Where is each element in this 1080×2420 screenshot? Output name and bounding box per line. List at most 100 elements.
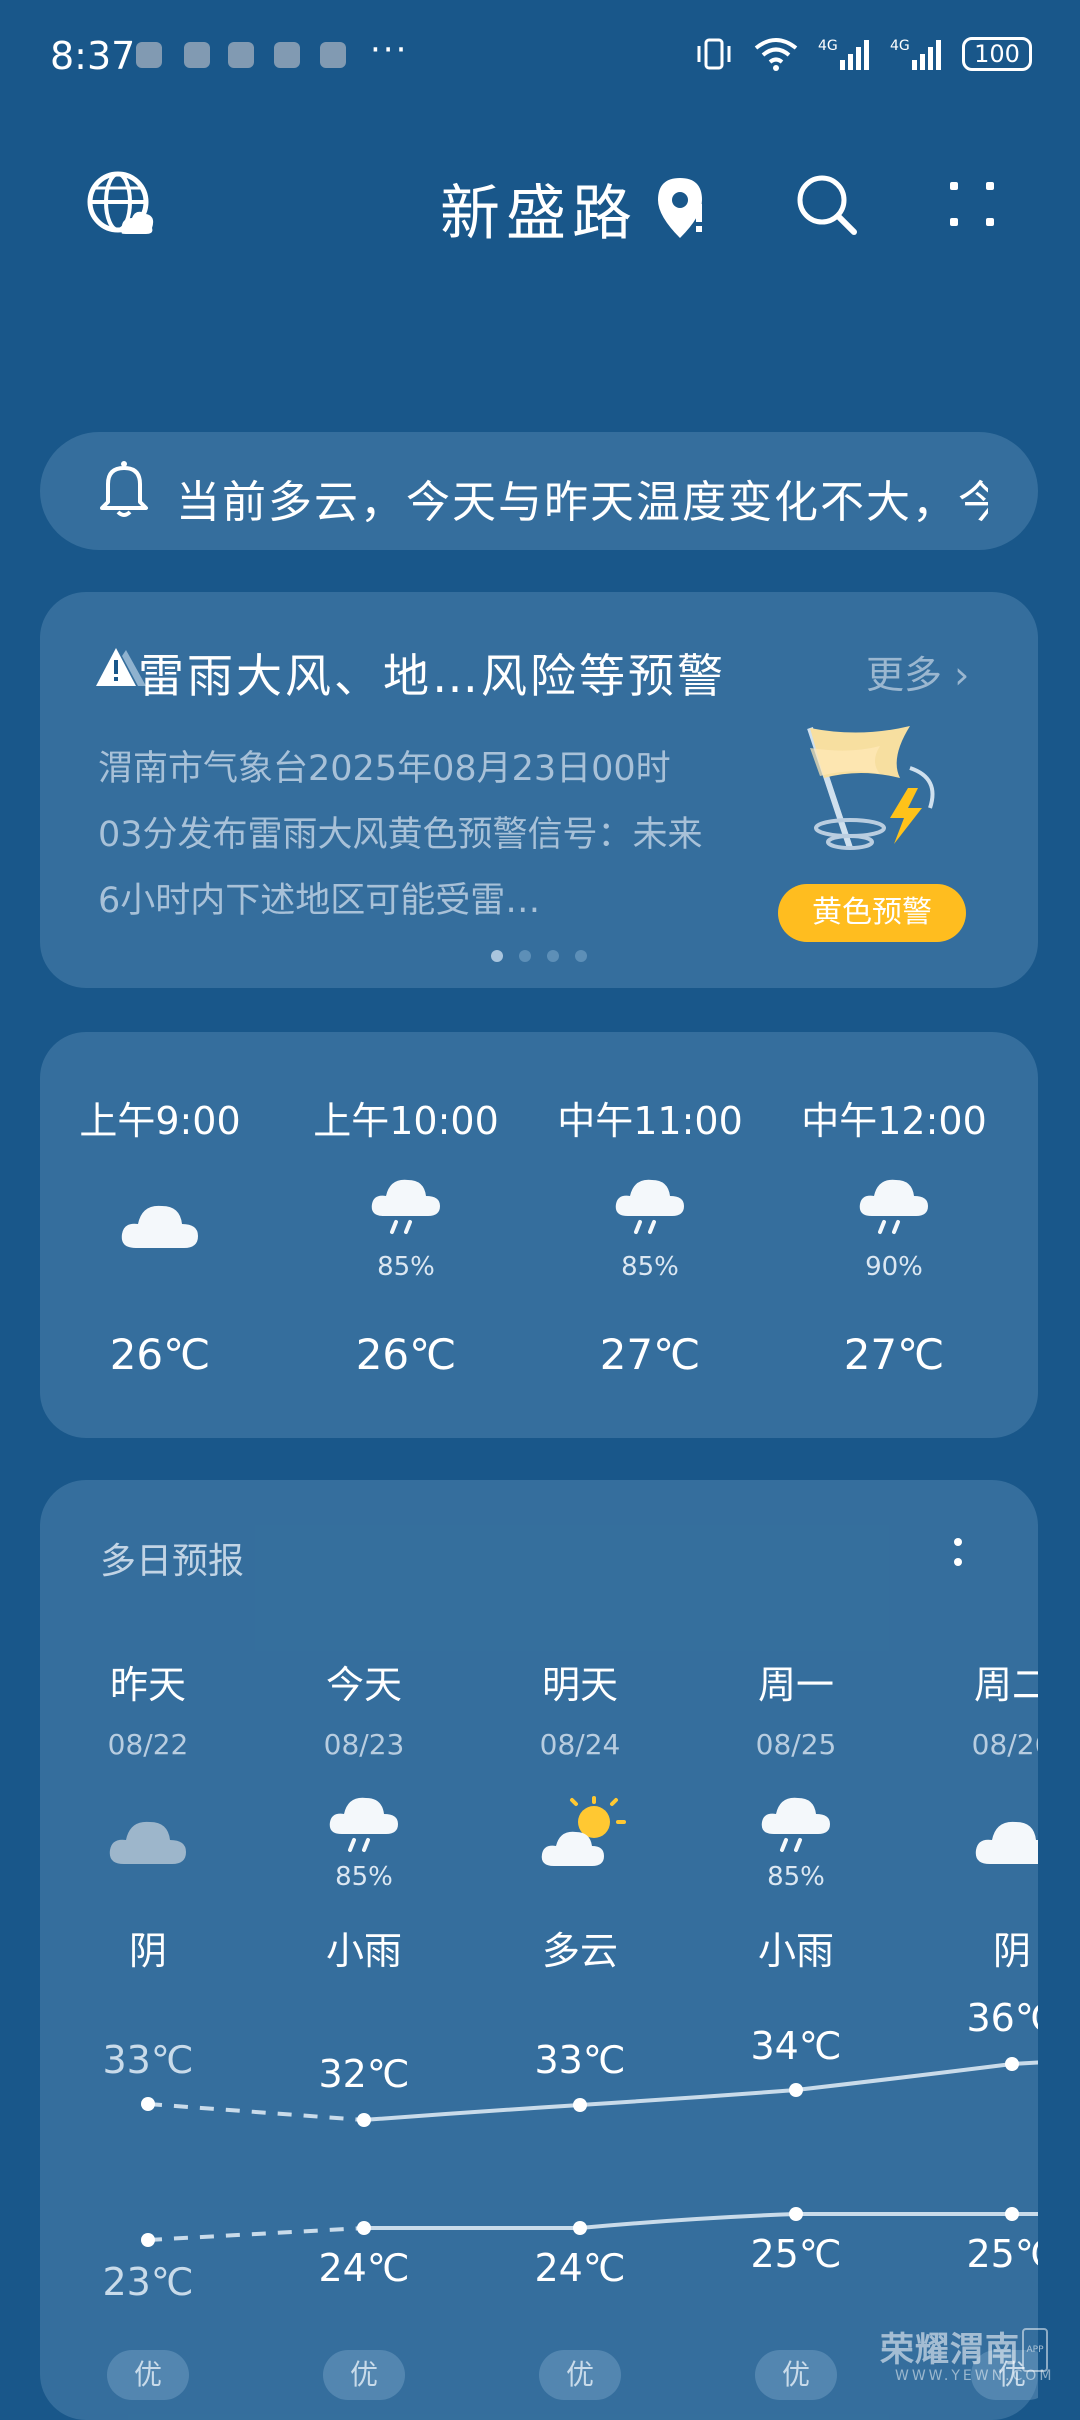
notification-icon <box>274 42 300 68</box>
low-temp: 23℃ <box>102 2260 194 2304</box>
low-temp: 25℃ <box>750 2232 842 2276</box>
precip-chance: 85% <box>377 1252 435 1282</box>
high-temp: 36℃ <box>966 1996 1038 2040</box>
search-icon[interactable] <box>794 172 860 238</box>
day-label: 昨天 <box>109 1663 186 1707</box>
more-options-icon[interactable] <box>948 1532 968 1576</box>
globe-cloud-icon[interactable] <box>86 170 156 240</box>
day-condition: 阴 <box>992 1929 1031 1973</box>
high-temp-point <box>789 2083 803 2097</box>
signal-4g-icon: 4G <box>818 38 869 70</box>
pager-dot <box>519 950 531 962</box>
vibrate-icon <box>697 38 731 70</box>
low-temp-point <box>357 2221 371 2235</box>
hour-temp: 26℃ <box>109 1330 211 1379</box>
daily-forecast-title: 多日预报 <box>100 1541 245 1582</box>
warning-more-link[interactable]: 更多 › <box>866 644 969 699</box>
wind-flag-warning-icon <box>807 726 935 850</box>
chevron-right-icon: › <box>942 653 970 697</box>
high-temp-point <box>357 2113 371 2127</box>
hour-time: 上午9:00 <box>79 1099 241 1143</box>
watermark-app-badge: APP <box>1022 2328 1048 2372</box>
precip-chance: 90% <box>865 1252 923 1282</box>
day-date: 08/23 <box>323 1728 405 1761</box>
hour-temp: 27℃ <box>599 1330 701 1379</box>
cloudy-icon <box>121 1205 198 1248</box>
notification-icon <box>320 42 346 68</box>
pager-dot <box>575 950 587 962</box>
hour-time: 中午12:00 <box>801 1099 987 1143</box>
low-temp-point <box>789 2207 803 2221</box>
location-pin-icon[interactable] <box>656 176 712 242</box>
high-temp-line <box>363 2060 1038 2122</box>
low-temp: 24℃ <box>534 2246 626 2290</box>
aqi-badge: 优 <box>107 2350 189 2400</box>
low-temp-line-past <box>147 2226 365 2242</box>
bell-icon <box>100 461 148 517</box>
day-condition: 小雨 <box>325 1929 402 1973</box>
day-condition: 多云 <box>541 1929 618 1973</box>
hour-time: 中午11:00 <box>557 1099 743 1143</box>
low-temp: 24℃ <box>318 2246 410 2290</box>
rain-icon <box>615 1179 684 1234</box>
day-label: 周二 <box>973 1663 1038 1707</box>
low-temp-line <box>364 2212 1038 2230</box>
watermark-brand: 荣耀渭南 <box>880 2330 1020 2370</box>
high-temp-point <box>1005 2057 1019 2071</box>
high-temp: 34℃ <box>750 2024 842 2068</box>
notice-text: 当前多云，今天与昨天温度变化不大，今 <box>176 477 988 528</box>
low-temp-point <box>573 2221 587 2235</box>
warning-body: 渭南市气象台2025年08月23日00时03分发布雷雨大风黄色预警信号：未来6小… <box>98 749 703 921</box>
aqi-badge: 优 <box>755 2350 837 2400</box>
warning-title: 雷雨大风、地…风险等预警 <box>138 649 726 703</box>
day-label: 周一 <box>757 1663 834 1707</box>
overcast-icon <box>975 1821 1038 1864</box>
status-bar: 8:37 ··· 4G 4G 100 <box>0 0 1080 110</box>
day-condition: 阴 <box>128 1929 167 1973</box>
warning-level-badge: 黄色预警 <box>778 884 966 942</box>
rain-icon <box>859 1179 928 1234</box>
day-condition: 小雨 <box>757 1929 834 1973</box>
rain-icon <box>371 1179 440 1234</box>
notification-icon <box>136 42 162 68</box>
high-temp: 33℃ <box>102 2038 194 2082</box>
high-temp-point <box>573 2098 587 2112</box>
signal-4g-icon: 4G <box>890 38 941 70</box>
precip-chance: 85% <box>621 1252 679 1282</box>
rain-icon <box>329 1797 398 1852</box>
low-temp-point <box>1005 2207 1019 2221</box>
hour-temp: 26℃ <box>355 1330 457 1379</box>
hour-temp: 27℃ <box>843 1330 945 1379</box>
notification-icon <box>184 42 210 68</box>
battery-indicator: 100 <box>962 37 1032 71</box>
day-date: 08/25 <box>755 1728 837 1761</box>
overcast-icon <box>109 1821 186 1864</box>
high-temp: 32℃ <box>318 2052 410 2096</box>
low-temp: 25℃ <box>966 2232 1038 2276</box>
day-date: 08/24 <box>539 1728 621 1761</box>
daily-scroll-area[interactable]: 昨天 今天 明天 周一 周二 08/22 08/23 08/24 08/25 0… <box>40 1640 1038 2420</box>
high-temp-line-past <box>147 2102 365 2122</box>
pager-dot <box>491 950 503 962</box>
day-label: 今天 <box>325 1663 402 1707</box>
precip-chance: 85% <box>335 1862 393 1892</box>
more-notifications: ··· <box>370 30 409 70</box>
location-title[interactable]: 新盛路 <box>440 165 638 252</box>
pager-dot <box>547 950 559 962</box>
menu-icon[interactable] <box>944 176 1000 232</box>
status-time: 8:37 <box>50 34 136 78</box>
aqi-badge: 优 <box>539 2350 621 2400</box>
wifi-icon <box>754 38 798 71</box>
more-label: 更多 <box>866 653 943 697</box>
high-temp: 33℃ <box>534 2038 626 2082</box>
aqi-badge: 优 <box>323 2350 405 2400</box>
day-label: 明天 <box>541 1663 618 1707</box>
hour-time: 上午10:00 <box>313 1099 499 1143</box>
high-temp-point <box>141 2097 155 2111</box>
low-temp-point <box>141 2233 155 2247</box>
svg-text:4G: 4G <box>818 38 838 54</box>
day-date: 08/22 <box>107 1728 189 1761</box>
svg-text:4G: 4G <box>890 38 910 54</box>
notification-icon <box>228 42 254 68</box>
day-date: 08/26 <box>971 1728 1038 1761</box>
